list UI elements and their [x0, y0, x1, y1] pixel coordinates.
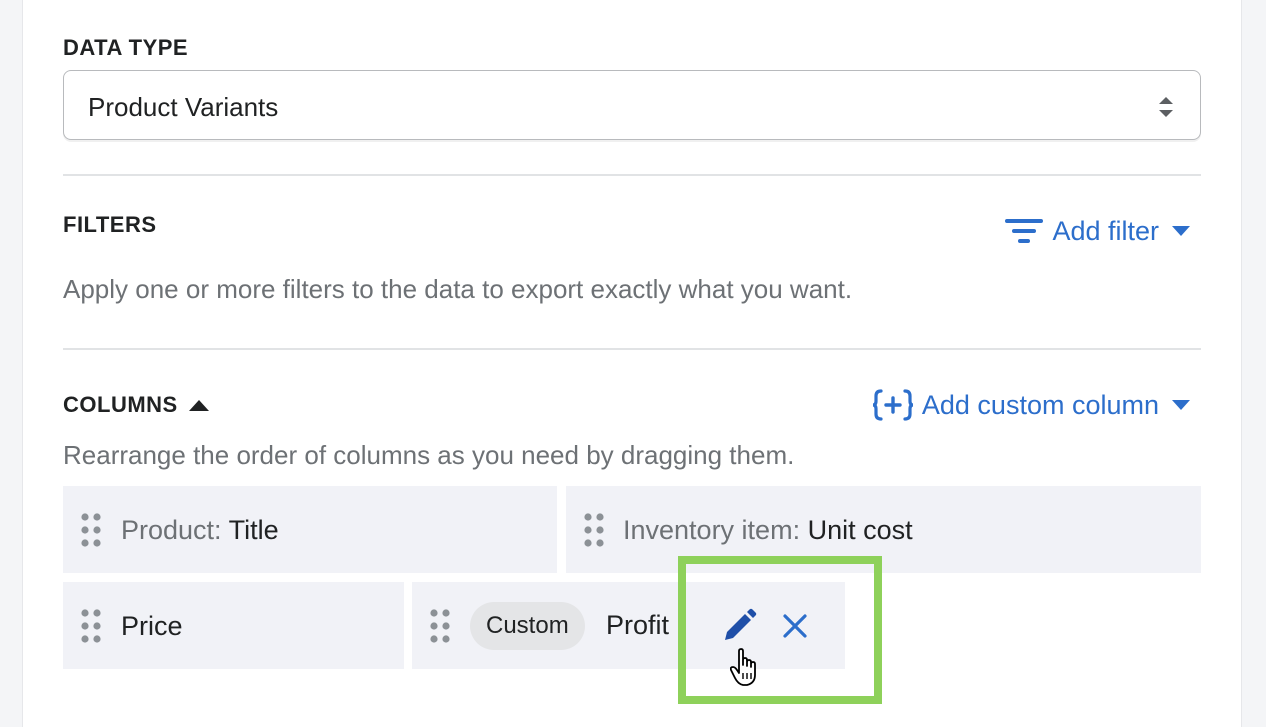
- column-name: Profit: [606, 610, 670, 640]
- add-filter-button[interactable]: Add filter: [1004, 216, 1191, 246]
- columns-toggle[interactable]: COLUMNS: [63, 394, 210, 416]
- data-type-title: DATA TYPE: [63, 35, 189, 60]
- column-name: Price: [121, 611, 183, 641]
- column-prefix: Product:: [121, 515, 229, 545]
- custom-column-icon: [872, 389, 914, 421]
- custom-badge: Custom: [470, 602, 585, 650]
- highlight-box: [678, 556, 882, 704]
- divider: [63, 348, 1201, 350]
- hand-cursor-icon: [730, 648, 756, 686]
- add-filter-label: Add filter: [1052, 215, 1159, 246]
- filter-icon: [1005, 219, 1044, 243]
- column-name: Unit cost: [807, 515, 913, 545]
- filters-title: FILTERS: [63, 212, 157, 237]
- drag-handle-icon[interactable]: [429, 609, 451, 643]
- columns-help-text: Rearrange the order of columns as you ne…: [63, 440, 795, 470]
- data-type-selected-value: Product Variants: [88, 92, 279, 122]
- add-custom-column-button[interactable]: Add custom column: [872, 389, 1191, 421]
- column-label: Product: Title: [121, 517, 279, 544]
- caret-down-icon: [1172, 400, 1190, 410]
- column-item-price[interactable]: Price: [63, 582, 404, 669]
- column-item-product-title[interactable]: Product: Title: [63, 486, 557, 573]
- drag-handle-icon[interactable]: [583, 513, 605, 547]
- column-prefix: Inventory item:: [623, 515, 808, 545]
- divider: [63, 174, 1201, 176]
- data-type-select[interactable]: Product Variants: [63, 70, 1201, 140]
- filters-help-text: Apply one or more filters to the data to…: [63, 274, 853, 304]
- add-custom-column-label: Add custom column: [921, 389, 1159, 420]
- drag-handle-icon[interactable]: [80, 513, 102, 547]
- column-label: Inventory item: Unit cost: [623, 517, 913, 544]
- column-item-inventory-unit-cost[interactable]: Inventory item: Unit cost: [566, 486, 1201, 573]
- columns-title: COLUMNS: [63, 392, 178, 417]
- caret-down-icon: [1172, 226, 1190, 236]
- column-name: Title: [228, 515, 279, 545]
- drag-handle-icon[interactable]: [80, 609, 102, 643]
- export-settings-card: DATA TYPE Product Variants FILTERS Add f…: [22, 0, 1242, 727]
- caret-up-icon: [188, 399, 209, 411]
- select-arrows-icon: [1159, 97, 1173, 117]
